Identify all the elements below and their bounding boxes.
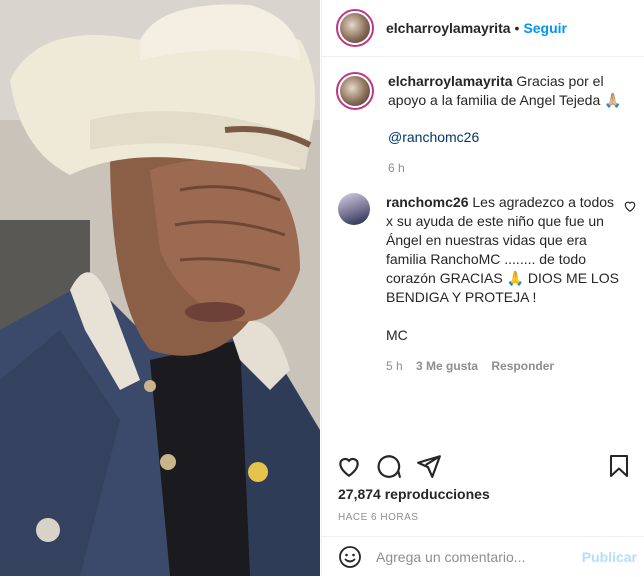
caption-mention[interactable]: @ranchomc26 bbox=[388, 128, 637, 147]
commenter-avatar[interactable] bbox=[338, 193, 370, 225]
comment-likes[interactable]: 3 Me gusta bbox=[416, 359, 478, 373]
comment-username[interactable]: ranchomc26 bbox=[386, 194, 468, 210]
author-username[interactable]: elcharroylamayrita bbox=[386, 20, 511, 36]
post-header: elcharroylamayrita • Seguir bbox=[322, 0, 644, 57]
comment-heart-icon[interactable] bbox=[623, 199, 637, 213]
caption-comment: elcharroylamayrita Gracias por el apoyo … bbox=[336, 72, 637, 175]
comment-time[interactable]: 5 h bbox=[386, 359, 403, 373]
comment-icon[interactable] bbox=[376, 453, 402, 479]
post-video[interactable] bbox=[0, 0, 320, 576]
comment-item: ranchomc26 Les agradezco a todos x su ay… bbox=[336, 193, 637, 373]
view-count[interactable]: 27,874 reproducciones bbox=[338, 486, 490, 502]
comment-text: Les agradezco a todos x su ayuda de este… bbox=[386, 194, 619, 343]
add-comment-bar: Agrega un comentario... Publicar bbox=[322, 536, 644, 577]
publish-button[interactable]: Publicar bbox=[582, 549, 637, 565]
share-icon[interactable] bbox=[416, 453, 442, 479]
caption-username[interactable]: elcharroylamayrita bbox=[388, 73, 513, 89]
emoji-icon[interactable] bbox=[338, 545, 362, 569]
heart-icon[interactable] bbox=[336, 453, 362, 479]
caption-time[interactable]: 6 h bbox=[388, 161, 405, 175]
post-actions bbox=[336, 450, 631, 482]
post-details-panel: elcharroylamayrita • Seguir elcharroylam… bbox=[321, 0, 644, 576]
post-timestamp[interactable]: HACE 6 HORAS bbox=[338, 512, 418, 523]
bookmark-icon[interactable] bbox=[607, 453, 631, 479]
comment-body: ranchomc26 Les agradezco a todos x su ay… bbox=[386, 193, 623, 345]
reply-button[interactable]: Responder bbox=[491, 359, 554, 373]
comment-meta: 5 h 3 Me gusta Responder bbox=[386, 359, 623, 373]
caption-author-avatar[interactable] bbox=[336, 72, 374, 110]
author-avatar[interactable] bbox=[336, 9, 374, 47]
follow-button[interactable]: Seguir bbox=[523, 20, 567, 36]
caption-body: elcharroylamayrita Gracias por el apoyo … bbox=[388, 72, 637, 110]
video-frame-illustration bbox=[0, 0, 320, 576]
comments-section: elcharroylamayrita Gracias por el apoyo … bbox=[336, 72, 637, 373]
caption-meta: 6 h bbox=[388, 161, 637, 175]
comment-input[interactable]: Agrega un comentario... bbox=[376, 549, 582, 565]
header-separator: • bbox=[514, 20, 520, 36]
